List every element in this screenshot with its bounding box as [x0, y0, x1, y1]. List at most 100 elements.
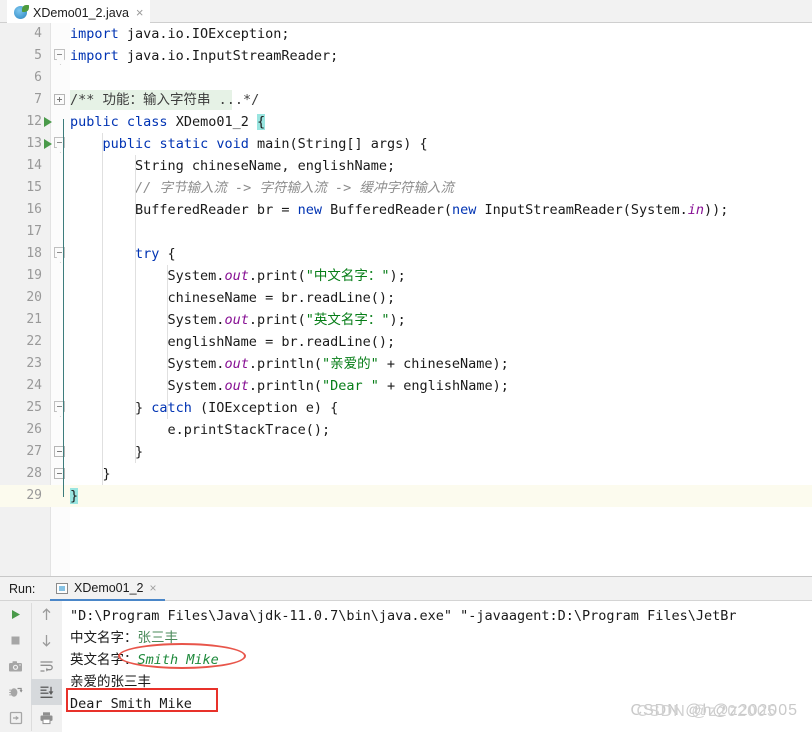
- line-number: 14: [26, 158, 42, 173]
- code-text: public class XDemo01_2 {: [70, 111, 266, 133]
- console-segment: "D:\Program Files\Java\jdk-11.0.7\bin\ja…: [70, 608, 737, 624]
- run-gutter-icon[interactable]: [44, 139, 52, 149]
- code-line[interactable]: 18 try {: [0, 243, 812, 265]
- code-text: } catch (IOException e) {: [70, 397, 338, 419]
- code-line[interactable]: 4 import java.io.IOException;: [0, 23, 812, 45]
- code-line[interactable]: 17: [0, 221, 812, 243]
- code-text: // 字节输入流 -> 字符输入流 -> 缓冲字符输入流: [70, 177, 454, 199]
- line-number: 7: [34, 92, 42, 107]
- editor-tab-xdemo01-2[interactable]: XDemo01_2.java ×: [7, 0, 150, 23]
- close-icon[interactable]: ×: [150, 581, 157, 595]
- code-token: public: [102, 136, 152, 152]
- code-token: out: [224, 378, 249, 394]
- code-token: public: [70, 114, 119, 130]
- code-token: }: [70, 444, 144, 460]
- code-text: /** 功能：输入字符串 ...*/: [70, 89, 259, 111]
- code-line[interactable]: 14 String chineseName, englishName;: [0, 155, 812, 177]
- code-token: BufferedReader br =: [70, 202, 298, 218]
- code-token: );: [389, 268, 406, 284]
- code-text: }: [70, 463, 111, 485]
- code-line[interactable]: 6: [0, 67, 812, 89]
- line-number: 21: [26, 312, 42, 327]
- line-number: 13: [26, 136, 42, 151]
- up-button[interactable]: [31, 601, 62, 627]
- code-token: catch: [151, 400, 192, 416]
- arrow-down-icon: [42, 634, 51, 647]
- line-number: 17: [26, 224, 42, 239]
- code-line[interactable]: 15 // 字节输入流 -> 字符输入流 -> 缓冲字符输入流: [0, 177, 812, 199]
- stop-button[interactable]: [0, 627, 31, 653]
- ide-window: XDemo01_2.java × 4 import java.io.IOExcep…: [0, 0, 812, 732]
- editor-tab-label: XDemo01_2.java: [33, 5, 129, 20]
- code-token: .println(: [248, 356, 322, 372]
- run-tool-window: Run: XDemo01_2 × "D:\Program Files\Java\…: [0, 576, 812, 732]
- code-text: }: [70, 441, 143, 463]
- console-segment: 张三丰: [137, 630, 179, 646]
- run-label: Run:: [9, 582, 36, 596]
- close-icon[interactable]: ×: [134, 6, 144, 19]
- code-token: out: [224, 268, 249, 284]
- export-button[interactable]: [0, 705, 31, 731]
- code-text: import java.io.IOException;: [70, 23, 289, 45]
- editor-tab-bar: XDemo01_2.java ×: [0, 0, 812, 23]
- code-line[interactable]: 20 chineseName = br.readLine();: [0, 287, 812, 309]
- console-output[interactable]: "D:\Program Files\Java\jdk-11.0.7\bin\ja…: [62, 601, 812, 732]
- code-line[interactable]: 12 public class XDemo01_2 {: [0, 111, 812, 133]
- console-segment: 中文名字：: [70, 630, 138, 646]
- code-token: System.: [70, 356, 225, 372]
- code-line[interactable]: 23 System.out.println("亲爱的" + chineseNam…: [0, 353, 812, 375]
- debug-rerun-icon: [9, 687, 23, 697]
- print-icon: [40, 712, 53, 725]
- code-token: System.: [70, 378, 225, 394]
- run-tab-label: XDemo01_2: [74, 581, 144, 595]
- code-line[interactable]: 21 System.out.print("英文名字：");: [0, 309, 812, 331]
- code-editor[interactable]: 4 import java.io.IOException; 5 import java…: [0, 23, 812, 576]
- code-token: e.printStackTrace();: [70, 422, 331, 438]
- screenshot-button[interactable]: [0, 653, 31, 679]
- line-number: 23: [26, 356, 42, 371]
- soft-wrap-button[interactable]: [31, 653, 62, 679]
- code-line[interactable]: 13 public static void main(String[] args…: [0, 133, 812, 155]
- code-token: java.io.IOException;: [118, 26, 290, 42]
- fold-region-line-class[interactable]: [63, 119, 64, 497]
- down-button[interactable]: [31, 627, 62, 653]
- scroll-to-end-icon: [40, 686, 54, 698]
- code-token: .print(: [248, 268, 306, 284]
- run-tab-xdemo01-2[interactable]: XDemo01_2 ×: [50, 577, 165, 601]
- console-segment: 英文名字：: [70, 652, 138, 668]
- line-number: 24: [26, 378, 42, 393]
- run-toolbar-right-column: [31, 601, 62, 731]
- code-token: java.io.InputStreamReader;: [118, 48, 339, 64]
- run-gutter-icon[interactable]: [44, 117, 52, 127]
- code-line[interactable]: 16 BufferedReader br = new BufferedReade…: [0, 199, 812, 221]
- arrow-up-icon: [42, 607, 51, 620]
- code-line[interactable]: 25 } catch (IOException e) {: [0, 397, 812, 419]
- code-line[interactable]: 24 System.out.println("Dear " + englishN…: [0, 375, 812, 397]
- scroll-to-end-button[interactable]: [31, 679, 62, 705]
- code-line[interactable]: 26 e.printStackTrace();: [0, 419, 812, 441]
- fold-expand-icon[interactable]: [54, 94, 65, 105]
- code-token: in: [687, 202, 704, 218]
- code-line[interactable]: 19 System.out.print("中文名字：");: [0, 265, 812, 287]
- code-line[interactable]: 28 }: [0, 463, 812, 485]
- run-configuration-icon: [56, 582, 68, 594]
- code-token: .println(: [248, 378, 322, 394]
- code-line[interactable]: 5 import java.io.InputStreamReader;: [0, 45, 812, 67]
- code-line[interactable]: 29}: [0, 485, 812, 507]
- code-token: BufferedReader(: [321, 202, 453, 218]
- code-line[interactable]: 27 }: [0, 441, 812, 463]
- export-icon: [9, 711, 22, 725]
- line-number: 4: [34, 26, 42, 41]
- rerun-failed-tests-button[interactable]: [0, 679, 31, 705]
- fold-region-icon[interactable]: [54, 49, 65, 60]
- code-token: String chineseName, englishName;: [70, 158, 396, 174]
- code-line[interactable]: 22 englishName = br.readLine();: [0, 331, 812, 353]
- code-line[interactable]: 7 /** 功能：输入字符串 ...*/: [0, 89, 812, 111]
- rerun-button[interactable]: [0, 601, 31, 627]
- code-text: String chineseName, englishName;: [70, 155, 395, 177]
- print-button[interactable]: [31, 705, 62, 731]
- line-number: 5: [34, 48, 42, 63]
- line-number: 29: [26, 488, 42, 503]
